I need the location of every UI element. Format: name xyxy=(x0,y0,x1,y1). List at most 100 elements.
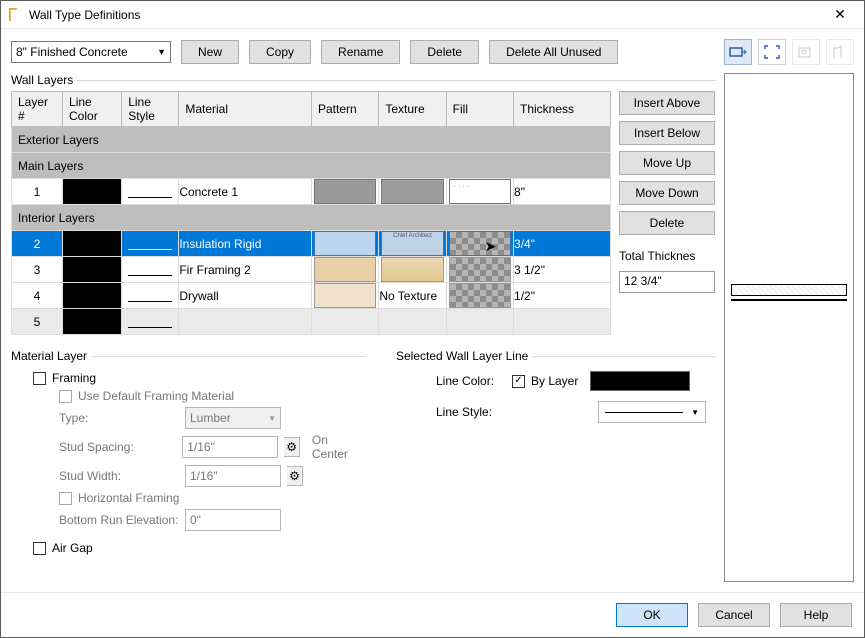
layer-action-buttons: Insert Above Insert Below Move Up Move D… xyxy=(619,91,715,335)
pattern-cell[interactable] xyxy=(311,179,378,205)
group-main[interactable]: Main Layers xyxy=(12,153,611,179)
window-title: Wall Type Definitions xyxy=(29,8,820,22)
table-row-2[interactable]: 2 Insulation Rigid Chief Architect ➤ 3/4… xyxy=(12,231,611,257)
pattern-cell[interactable] xyxy=(311,283,378,309)
chevron-down-icon: ▼ xyxy=(268,414,276,423)
insert-above-button[interactable]: Insert Above xyxy=(619,91,715,115)
col-material[interactable]: Material xyxy=(179,92,312,127)
new-button[interactable]: New xyxy=(181,40,239,64)
rename-button[interactable]: Rename xyxy=(321,40,400,64)
line-color-label: Line Color: xyxy=(436,374,506,388)
col-texture[interactable]: Texture xyxy=(379,92,446,127)
preview-pane xyxy=(724,73,854,582)
bottom-run-label: Bottom Run Elevation: xyxy=(59,513,179,527)
material-layer-group: Material Layer Framing Use Default Frami… xyxy=(11,349,366,559)
fill-cell[interactable] xyxy=(446,257,513,283)
linecolor-cell[interactable] xyxy=(63,309,122,335)
use-default-framing-checkbox xyxy=(59,390,72,403)
wall-preview xyxy=(731,284,847,301)
plan-view-icon xyxy=(729,45,747,59)
table-row-5[interactable]: 5 xyxy=(12,309,611,335)
use-default-framing-label: Use Default Framing Material xyxy=(78,389,234,403)
section-icon xyxy=(832,45,848,59)
col-line-color[interactable]: Line Color xyxy=(63,92,122,127)
insert-below-button[interactable]: Insert Below xyxy=(619,121,715,145)
linestyle-cell[interactable] xyxy=(122,283,179,309)
3d-view-button[interactable] xyxy=(792,39,820,65)
bottom-run-input: 0" xyxy=(185,509,281,531)
fill-cell[interactable] xyxy=(446,283,513,309)
stud-spacing-label: Stud Spacing: xyxy=(59,440,176,454)
linecolor-cell[interactable] xyxy=(63,231,122,257)
titlebar: Wall Type Definitions ✕ xyxy=(1,1,864,29)
col-fill[interactable]: Fill xyxy=(446,92,513,127)
wrench-icon: ⚙ xyxy=(284,437,300,457)
air-gap-checkbox[interactable] xyxy=(33,542,46,555)
group-interior[interactable]: Interior Layers xyxy=(12,205,611,231)
table-header-row: Layer # Line Color Line Style Material P… xyxy=(12,92,611,127)
stud-spacing-input: 1/16" xyxy=(182,436,278,458)
ok-button[interactable]: OK xyxy=(616,603,688,627)
total-thickness-value[interactable]: 12 3/4" xyxy=(619,271,715,293)
selected-line-legend: Selected Wall Layer Line xyxy=(396,349,532,363)
linecolor-cell[interactable] xyxy=(63,179,122,205)
linestyle-cell[interactable] xyxy=(122,309,179,335)
table-row-1[interactable]: 1 Concrete 1 · · · · 8" xyxy=(12,179,611,205)
by-layer-checkbox[interactable] xyxy=(512,375,525,388)
line-style-label: Line Style: xyxy=(436,405,506,419)
col-pattern[interactable]: Pattern xyxy=(311,92,378,127)
col-line-style[interactable]: Line Style xyxy=(122,92,179,127)
pattern-cell[interactable] xyxy=(311,257,378,283)
help-button[interactable]: Help xyxy=(780,603,852,627)
table-row-4[interactable]: 4 Drywall No Texture 1/2" xyxy=(12,283,611,309)
app-icon xyxy=(9,8,23,22)
linestyle-cell[interactable] xyxy=(122,179,179,205)
linecolor-cell[interactable] xyxy=(63,283,122,309)
texture-cell[interactable]: Chief Architect xyxy=(379,231,446,257)
texture-cell[interactable]: No Texture xyxy=(379,283,446,309)
camera-icon xyxy=(798,45,814,59)
cancel-button[interactable]: Cancel xyxy=(698,603,770,627)
linestyle-cell[interactable] xyxy=(122,257,179,283)
view-toolbar xyxy=(724,39,854,65)
layers-table[interactable]: Layer # Line Color Line Style Material P… xyxy=(11,91,611,335)
stud-width-input: 1/16" xyxy=(185,465,281,487)
pattern-cell[interactable] xyxy=(311,231,378,257)
by-layer-label: By Layer xyxy=(531,374,578,388)
framing-checkbox[interactable] xyxy=(33,372,46,385)
material-layer-legend: Material Layer xyxy=(11,349,91,363)
wall-layers-legend: Wall Layers xyxy=(11,73,77,87)
horizontal-framing-checkbox xyxy=(59,492,72,505)
line-style-combo[interactable]: ▼ xyxy=(598,401,706,423)
fill-cell[interactable]: ➤ xyxy=(446,231,513,257)
expand-icon xyxy=(764,45,780,59)
copy-button[interactable]: Copy xyxy=(249,40,311,64)
fill-cell[interactable]: · · · · xyxy=(446,179,513,205)
texture-cell[interactable] xyxy=(379,257,446,283)
linestyle-cell[interactable] xyxy=(122,231,179,257)
col-thickness[interactable]: Thickness xyxy=(514,92,611,127)
chevron-down-icon: ▼ xyxy=(157,47,166,57)
stud-width-label: Stud Width: xyxy=(59,469,179,483)
move-up-button[interactable]: Move Up xyxy=(619,151,715,175)
delete-all-unused-button[interactable]: Delete All Unused xyxy=(489,40,618,64)
texture-cell[interactable] xyxy=(379,179,446,205)
move-down-button[interactable]: Move Down xyxy=(619,181,715,205)
section-view-button[interactable] xyxy=(826,39,854,65)
line-color-swatch[interactable] xyxy=(590,371,690,391)
dialog-footer: OK Cancel Help xyxy=(1,592,864,637)
type-combo: Lumber▼ xyxy=(185,407,281,429)
air-gap-label: Air Gap xyxy=(52,541,93,555)
plan-view-toggle[interactable] xyxy=(724,39,752,65)
zoom-extents-button[interactable] xyxy=(758,39,786,65)
col-layer-num[interactable]: Layer # xyxy=(12,92,63,127)
delete-layer-button[interactable]: Delete xyxy=(619,211,715,235)
close-button[interactable]: ✕ xyxy=(820,6,860,23)
wall-type-combo[interactable]: 8" Finished Concrete ▼ xyxy=(11,41,171,63)
table-row-3[interactable]: 3 Fir Framing 2 3 1/2" xyxy=(12,257,611,283)
group-exterior[interactable]: Exterior Layers xyxy=(12,127,611,153)
selected-line-group: Selected Wall Layer Line Line Color: By … xyxy=(396,349,716,427)
framing-label: Framing xyxy=(52,371,96,385)
linecolor-cell[interactable] xyxy=(63,257,122,283)
delete-button[interactable]: Delete xyxy=(410,40,479,64)
